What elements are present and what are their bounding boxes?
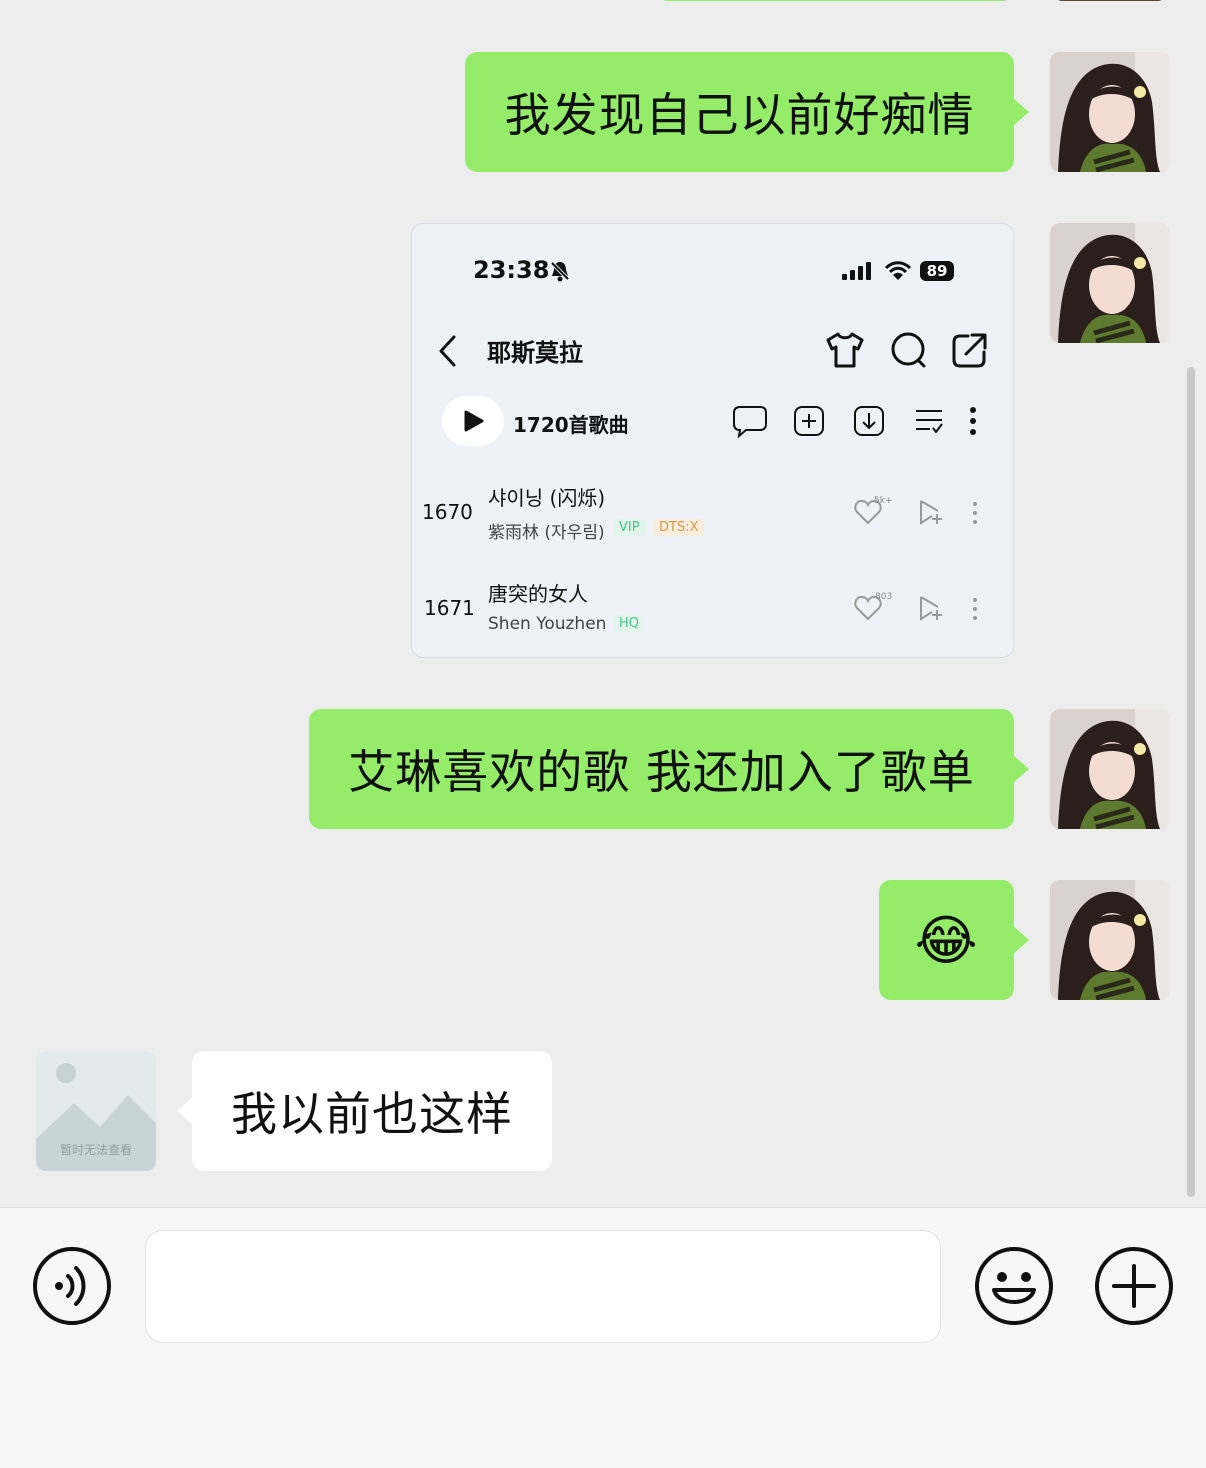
user-avatar[interactable] [1050, 880, 1170, 1000]
shirt-icon [826, 332, 864, 368]
user-avatar[interactable] [1050, 52, 1170, 172]
message-bubble-sent[interactable]: 我发现自己以前好痴情 [465, 52, 1029, 172]
playlist-title: 耶斯莫拉 [487, 339, 583, 367]
play-all-button [442, 396, 504, 446]
user-avatar[interactable] [1050, 223, 1170, 343]
vip-badge: VIP [614, 519, 645, 536]
like-count: 803 [875, 592, 893, 602]
avatar-image [1050, 880, 1170, 1000]
add-icon [794, 406, 824, 436]
song-artist: 紫雨林 (자우림) [488, 523, 605, 543]
battery-indicator: 89 [920, 261, 954, 281]
play-next-icon [920, 500, 942, 525]
avatar-image [1050, 223, 1170, 343]
back-arrow-icon [439, 335, 456, 367]
play-next-icon [920, 596, 942, 621]
multi-select-icon [916, 410, 943, 434]
song-artist: Shen Youzhen [488, 614, 607, 634]
play-icon [464, 410, 484, 432]
hq-badge: HQ [614, 615, 645, 632]
status-time: 23:38 [473, 256, 550, 284]
song-count: 1720首歌曲 [513, 413, 629, 437]
signal-icon [842, 262, 871, 280]
message-bubble-sent[interactable]: 😂 [879, 880, 1029, 1000]
message-bubble-sent[interactable]: 艾琳喜欢的歌 我还加入了歌单 [309, 709, 1029, 829]
avatar-unavailable-caption: 暂时无法查看 [59, 1143, 132, 1157]
chat-area: 我发现自己以前好痴情 23:38 89 耶斯莫拉 1720首歌曲 1670 샤이… [0, 0, 1206, 1207]
song-more-icon [973, 598, 977, 620]
comment-icon [733, 406, 767, 438]
plus-circle-icon[interactable] [1094, 1246, 1174, 1326]
avatar-image [1050, 709, 1170, 829]
user-avatar[interactable] [1050, 709, 1170, 829]
song-title: 샤이닝 (闪烁) [488, 486, 606, 510]
song-index: 1671 [424, 596, 475, 620]
search-icon [891, 332, 926, 368]
message-bubble-received[interactable]: 我以前也这样 [177, 1051, 552, 1171]
song-index: 1670 [422, 500, 473, 524]
emoji-face-icon[interactable] [974, 1246, 1054, 1326]
share-icon [952, 333, 987, 368]
input-bar [0, 1207, 1206, 1468]
voice-icon[interactable] [32, 1246, 112, 1326]
avatar-image [1050, 52, 1170, 172]
scrollbar[interactable] [1187, 367, 1195, 1197]
song-title: 唐突的女人 [488, 582, 588, 606]
song-more-icon [973, 502, 977, 524]
laughing-crying-emoji: 😂 [914, 908, 979, 972]
dtsx-badge: DTS:X [654, 519, 704, 536]
like-count: 5k+ [874, 496, 893, 506]
download-icon [854, 406, 884, 436]
contact-avatar[interactable]: 暂时无法查看 [36, 1051, 156, 1171]
wifi-icon [885, 261, 911, 280]
shared-screenshot[interactable]: 23:38 89 耶斯莫拉 1720首歌曲 1670 샤이닝 (闪烁) 紫雨林 … [411, 223, 1014, 658]
bell-muted-icon [550, 261, 570, 282]
message-input[interactable] [145, 1230, 941, 1343]
partial-avatar [1055, 0, 1165, 1]
partial-message-bubble [660, 0, 1010, 1]
more-icon [970, 407, 976, 435]
